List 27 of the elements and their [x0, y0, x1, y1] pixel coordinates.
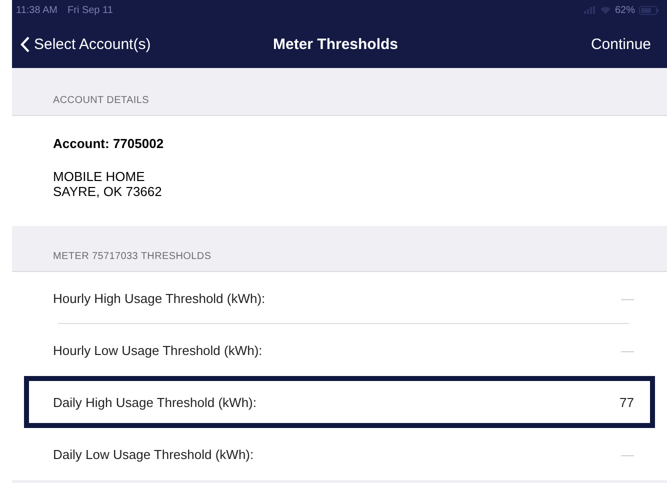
threshold-label: Daily Low Usage Threshold (kWh):: [53, 446, 254, 462]
account-number: Account: 7705002: [53, 136, 165, 151]
chevron-left-icon: [20, 36, 30, 52]
wifi-icon: [600, 6, 611, 14]
threshold-input[interactable]: —: [554, 446, 634, 462]
battery-percentage: 62%: [614, 4, 635, 16]
threshold-label: Daily High Usage Threshold (kWh):: [53, 394, 256, 410]
signal-icon: [584, 6, 596, 14]
threshold-row[interactable]: Hourly High Usage Threshold (kWh): —: [24, 272, 655, 324]
address-line: SAYRE, OK 73662: [53, 184, 163, 199]
threshold-row[interactable]: Hourly Low Usage Threshold (kWh): —: [24, 324, 655, 376]
screen-title: Meter Thresholds: [272, 36, 398, 52]
focused-threshold-row[interactable]: Daily High Usage Threshold (kWh): 77: [24, 376, 655, 428]
threshold-input[interactable]: —: [554, 342, 634, 358]
address-line: MOBILE HOME: [53, 169, 146, 184]
back-button[interactable]: Select Account(s): [20, 36, 200, 52]
threshold-input[interactable]: 77: [554, 394, 634, 410]
threshold-label: Hourly Low Usage Threshold (kWh):: [53, 342, 262, 358]
continue-button[interactable]: Continue: [471, 36, 651, 52]
status-time: 11:38 AM: [16, 4, 58, 16]
battery-icon: [639, 6, 659, 14]
section-header: METER 75717033 THRESHOLDS: [53, 251, 212, 262]
threshold-row[interactable]: Daily Low Usage Threshold (kWh): —: [24, 428, 655, 480]
threshold-input[interactable]: —: [554, 290, 634, 306]
status-date: Fri Sep 11: [68, 4, 113, 16]
threshold-label: Hourly High Usage Threshold (kWh):: [53, 290, 266, 306]
section-header: ACCOUNT DETAILS: [53, 95, 149, 106]
